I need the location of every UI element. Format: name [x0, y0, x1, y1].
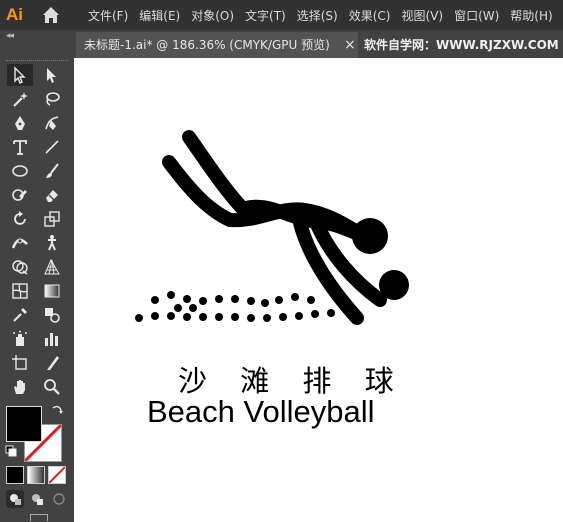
home-icon[interactable] [40, 4, 62, 26]
menu-effect[interactable]: 效果(C) [349, 7, 391, 24]
pen-icon[interactable] [7, 112, 33, 134]
symbol-sprayer-icon[interactable] [7, 328, 33, 350]
tab-active-document[interactable]: 未标题-1.ai* @ 186.36% (CMYK/GPU 预览) × [76, 32, 358, 58]
menu-view[interactable]: 视图(V) [401, 7, 443, 24]
slice-icon[interactable] [39, 352, 65, 374]
tools-panel [0, 58, 74, 522]
gradient-mode-button[interactable] [27, 466, 45, 484]
direct-selection-tool-icon[interactable] [39, 64, 65, 86]
artboard-icon[interactable] [7, 352, 33, 374]
shape-builder-icon[interactable] [7, 256, 33, 278]
eyedropper-icon[interactable] [7, 304, 33, 326]
panel-grip[interactable] [6, 60, 68, 63]
app-logo: Ai [6, 5, 23, 24]
gradient-icon[interactable] [39, 280, 65, 302]
tab-label: 未标题-1.ai* @ 186.36% (CMYK/GPU 预览) [84, 38, 330, 52]
none-mode-button[interactable] [48, 466, 66, 484]
swap-colors-icon[interactable] [50, 404, 64, 418]
scale-icon[interactable] [39, 208, 65, 230]
shaper-icon[interactable] [7, 184, 33, 206]
menu-help[interactable]: 帮助(H) [510, 7, 552, 24]
eraser-icon[interactable] [39, 184, 65, 206]
beach-volleyball-pictogram [135, 130, 409, 325]
menu-file[interactable]: 文件(F) [88, 7, 128, 24]
menu-bar: Ai 文件(F) 编辑(E) 对象(O) 文字(T) 选择(S) 效果(C) 视… [0, 0, 563, 30]
document-tab-bar: ◂◂ 未标题-1.ai* @ 186.36% (CMYK/GPU 预览) × 软… [0, 30, 563, 58]
width-icon[interactable] [7, 232, 33, 254]
close-icon[interactable]: × [344, 32, 356, 58]
draw-behind-button[interactable] [28, 490, 46, 508]
fill-swatch[interactable] [6, 406, 42, 442]
blend-icon[interactable] [39, 304, 65, 326]
type-icon[interactable] [7, 136, 33, 158]
puppet-warp-icon[interactable] [39, 232, 65, 254]
english-caption: Beach Volleyball [147, 394, 375, 429]
line-segment-icon[interactable] [39, 136, 65, 158]
hand-icon[interactable] [7, 376, 33, 398]
curvature-icon[interactable] [39, 112, 65, 134]
selection-tool-icon[interactable] [7, 64, 33, 86]
draw-normal-button[interactable] [6, 490, 24, 508]
artboard-canvas[interactable]: 沙 滩 排 球 Beach Volleyball [74, 58, 563, 522]
draw-inside-button[interactable] [50, 490, 68, 508]
menu-window[interactable]: 窗口(W) [454, 7, 499, 24]
mesh-icon[interactable] [7, 280, 33, 302]
lasso-icon[interactable] [39, 88, 65, 110]
paintbrush-icon[interactable] [39, 160, 65, 182]
collapse-panel-icon[interactable]: ◂◂ [6, 31, 14, 41]
color-mode-button[interactable] [6, 466, 24, 484]
perspective-grid-icon[interactable] [39, 256, 65, 278]
default-colors-icon[interactable] [5, 445, 17, 457]
menu-edit[interactable]: 编辑(E) [139, 7, 180, 24]
menu-items: 文件(F) 编辑(E) 对象(O) 文字(T) 选择(S) 效果(C) 视图(V… [88, 0, 563, 30]
menu-type[interactable]: 文字(T) [245, 7, 286, 24]
ellipse-icon[interactable] [7, 160, 33, 182]
column-graph-icon[interactable] [39, 328, 65, 350]
menu-select[interactable]: 选择(S) [297, 7, 338, 24]
menu-object[interactable]: 对象(O) [191, 7, 234, 24]
rotate-icon[interactable] [7, 208, 33, 230]
magic-wand-icon[interactable] [7, 88, 33, 110]
zoom-icon[interactable] [39, 376, 65, 398]
tab-watermark-site[interactable]: 软件自学网：WWW.RJZXW.COM [364, 32, 559, 58]
screen-mode-button[interactable] [30, 514, 48, 521]
